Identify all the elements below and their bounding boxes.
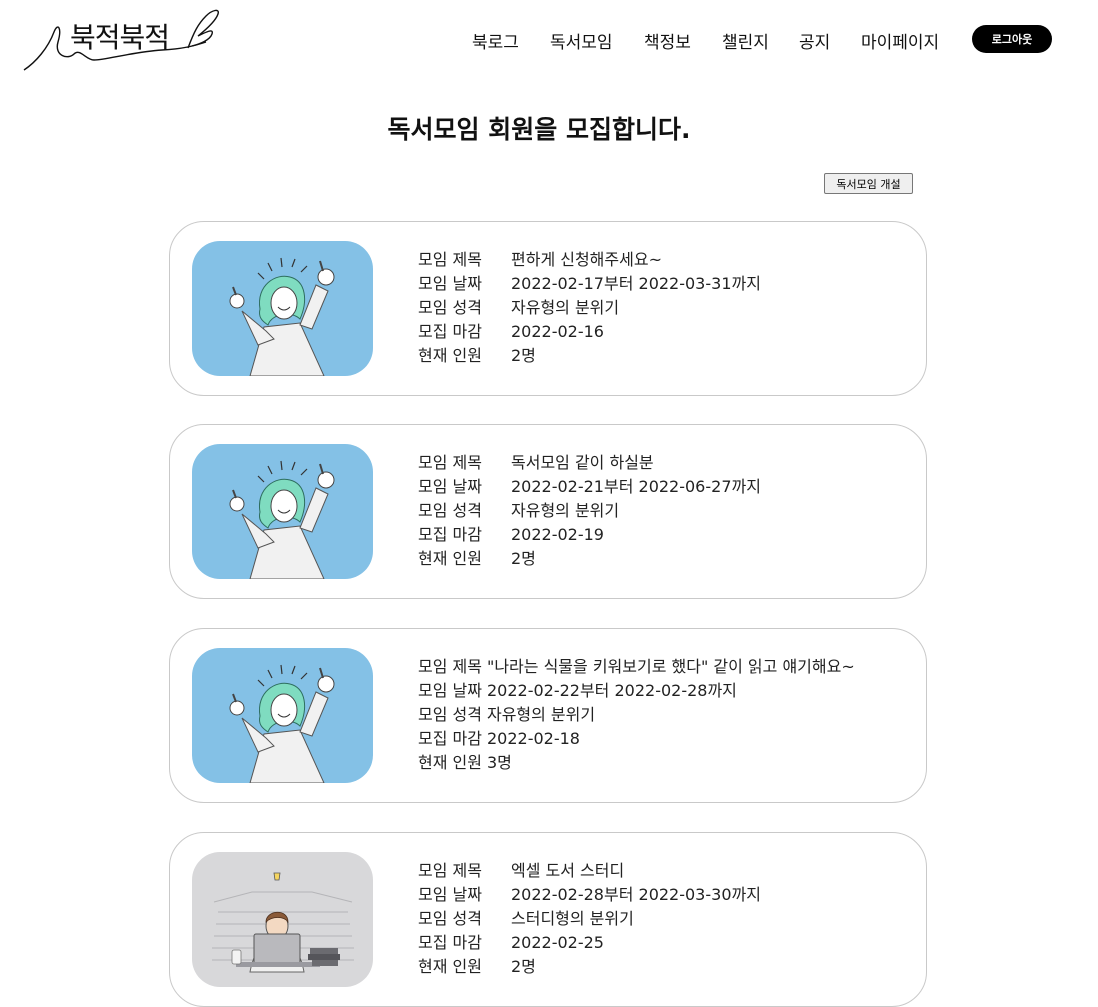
meeting-title-row: 모임 제목 독서모임 같이 하실분 (418, 451, 761, 475)
nav-item-notice[interactable]: 공지 (799, 28, 830, 53)
meeting-thumbnail (192, 852, 373, 987)
meeting-deadline-row: 모집 마감 2022-02-18 (418, 727, 855, 751)
meeting-deadline: 2022-02-16 (511, 322, 604, 341)
field-label: 모임 성격 (418, 705, 482, 724)
meeting-date: 2022-02-28부터 2022-03-30까지 (511, 885, 761, 904)
meeting-type: 자유형의 분위기 (511, 501, 620, 520)
meeting-date-row: 모임 날짜 2022-02-28부터 2022-03-30까지 (418, 883, 761, 907)
meeting-deadline: 2022-02-19 (511, 525, 604, 544)
field-label: 현재 인원 (418, 957, 482, 976)
meeting-info: 모임 제목 편하게 신청해주세요~ 모임 날짜 2022-02-17부터 2022-… (418, 248, 761, 368)
meeting-title-row: 모임 제목 엑셀 도서 스터디 (418, 859, 761, 883)
meeting-card[interactable]: 모임 제목 독서모임 같이 하실분 모임 날짜 2022-02-21부터 2022-… (169, 424, 927, 599)
field-label: 현재 인원 (418, 549, 482, 568)
meeting-thumbnail (192, 241, 373, 376)
meeting-type-row: 모임 성격 스터디형의 분위기 (418, 907, 761, 931)
meeting-members: 2명 (511, 549, 536, 568)
thumbs-up-person-image (192, 648, 373, 783)
field-label: 모집 마감 (418, 525, 482, 544)
field-label: 현재 인원 (418, 346, 482, 365)
field-label: 모집 마감 (418, 729, 482, 748)
nav-item-booklog[interactable]: 북로그 (472, 28, 519, 53)
thumbs-up-person-image (192, 241, 373, 376)
meeting-date-row: 모임 날짜 2022-02-22부터 2022-02-28까지 (418, 679, 855, 703)
meeting-members-row: 현재 인원 2명 (418, 547, 761, 571)
field-label: 모임 제목 (418, 453, 482, 472)
meeting-title-row: 모임 제목 편하게 신청해주세요~ (418, 248, 761, 272)
meeting-thumbnail (192, 648, 373, 783)
meeting-title: 엑셀 도서 스터디 (511, 861, 625, 880)
meeting-date: 2022-02-17부터 2022-03-31까지 (511, 274, 761, 293)
meeting-type: 스터디형의 분위기 (511, 909, 634, 928)
meeting-deadline-row: 모집 마감 2022-02-25 (418, 931, 761, 955)
meeting-title: 독서모임 같이 하실분 (511, 453, 654, 472)
page-title: 독서모임 회원을 모집합니다. (387, 115, 691, 144)
field-label: 모임 제목 (418, 250, 482, 269)
field-label: 모임 제목 (418, 657, 482, 676)
meeting-members: 3명 (486, 753, 512, 772)
meeting-type: 자유형의 분위기 (511, 298, 620, 317)
meeting-members-row: 현재 인원 2명 (418, 344, 761, 368)
main-nav: 북로그 독서모임 책정보 챌린지 공지 마이페이지 (0, 28, 1098, 53)
meeting-info: 모임 제목 "나라는 식물을 키워보기로 했다" 같이 읽고 얘기해요~ 모임 날… (418, 655, 855, 775)
create-group-button[interactable]: 독서모임 개설 (824, 173, 913, 194)
meeting-date: 2022-02-22부터 2022-02-28까지 (486, 681, 737, 700)
nav-item-mypage[interactable]: 마이페이지 (861, 28, 939, 53)
meeting-info: 모임 제목 엑셀 도서 스터디 모임 날짜 2022-02-28부터 2022-03… (418, 859, 761, 979)
meeting-members: 2명 (511, 346, 536, 365)
meeting-members-row: 현재 인원 2명 (418, 955, 761, 979)
meeting-title: "나라는 식물을 키워보기로 했다" 같이 읽고 얘기해요~ (486, 657, 855, 676)
meeting-deadline: 2022-02-18 (486, 729, 580, 748)
logout-button[interactable]: 로그아웃 (972, 25, 1052, 53)
field-label: 모임 성격 (418, 501, 482, 520)
field-label: 현재 인원 (418, 753, 482, 772)
thumbs-up-person-image (192, 444, 373, 579)
meeting-card[interactable]: 모임 제목 "나라는 식물을 키워보기로 했다" 같이 읽고 얘기해요~ 모임 날… (169, 628, 927, 803)
field-label: 모임 날짜 (418, 274, 482, 293)
nav-item-challenge[interactable]: 챌린지 (722, 28, 769, 53)
field-label: 모집 마감 (418, 322, 482, 341)
meeting-title: 편하게 신청해주세요~ (511, 250, 662, 269)
meeting-info: 모임 제목 독서모임 같이 하실분 모임 날짜 2022-02-21부터 2022-… (418, 451, 761, 571)
meeting-type: 자유형의 분위기 (486, 705, 596, 724)
meeting-date-row: 모임 날짜 2022-02-17부터 2022-03-31까지 (418, 272, 761, 296)
meeting-title-row: 모임 제목 "나라는 식물을 키워보기로 했다" 같이 읽고 얘기해요~ (418, 655, 855, 679)
field-label: 모집 마감 (418, 933, 482, 952)
field-label: 모임 날짜 (418, 681, 482, 700)
meeting-thumbnail (192, 444, 373, 579)
meeting-deadline-row: 모집 마감 2022-02-19 (418, 523, 761, 547)
meeting-type-row: 모임 성격 자유형의 분위기 (418, 703, 855, 727)
nav-item-book-info[interactable]: 책정보 (644, 28, 691, 53)
meeting-type-row: 모임 성격 자유형의 분위기 (418, 499, 761, 523)
study-person-laptop-image (192, 852, 373, 987)
meeting-deadline-row: 모집 마감 2022-02-16 (418, 320, 761, 344)
meeting-card[interactable]: 모임 제목 편하게 신청해주세요~ 모임 날짜 2022-02-17부터 2022-… (169, 221, 927, 396)
meeting-type-row: 모임 성격 자유형의 분위기 (418, 296, 761, 320)
field-label: 모임 제목 (418, 861, 482, 880)
meeting-date: 2022-02-21부터 2022-06-27까지 (511, 477, 761, 496)
meeting-date-row: 모임 날짜 2022-02-21부터 2022-06-27까지 (418, 475, 761, 499)
meeting-deadline: 2022-02-25 (511, 933, 604, 952)
nav-item-reading-group[interactable]: 독서모임 (550, 28, 613, 53)
field-label: 모임 성격 (418, 909, 482, 928)
meeting-members: 2명 (511, 957, 536, 976)
field-label: 모임 날짜 (418, 885, 482, 904)
meeting-card[interactable]: 모임 제목 엑셀 도서 스터디 모임 날짜 2022-02-28부터 2022-03… (169, 832, 927, 1007)
field-label: 모임 날짜 (418, 477, 482, 496)
meeting-members-row: 현재 인원 3명 (418, 751, 855, 775)
field-label: 모임 성격 (418, 298, 482, 317)
